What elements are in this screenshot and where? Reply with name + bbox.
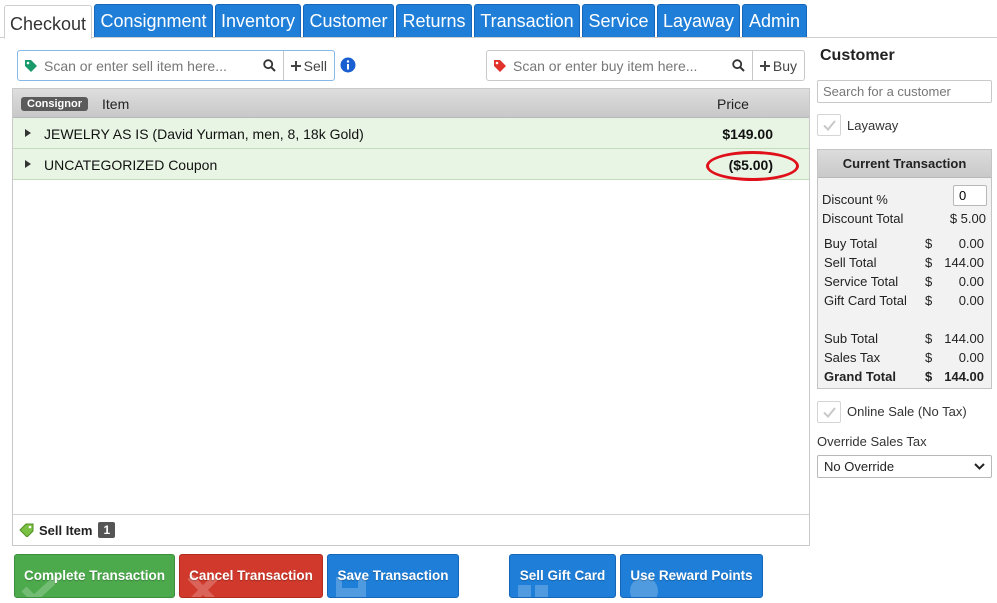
customer-panel-title: Customer xyxy=(820,47,895,64)
sell-button[interactable]: Sell xyxy=(282,51,334,80)
buy-button[interactable]: Buy xyxy=(751,51,804,80)
sell-item-input[interactable] xyxy=(42,51,257,80)
tab-customer[interactable]: Customer xyxy=(303,4,394,37)
chevron-down-icon xyxy=(974,463,985,470)
override-selected-value: No Override xyxy=(824,459,895,474)
column-header-price: Price xyxy=(717,96,749,112)
search-icon[interactable] xyxy=(257,51,283,80)
discount-total-value: $ 5.00 xyxy=(949,211,986,226)
sell-gift-card-button[interactable]: Sell Gift Card xyxy=(509,554,616,598)
tab-checkout[interactable]: Checkout xyxy=(4,5,92,39)
tag-icon xyxy=(19,523,34,537)
plus-icon xyxy=(290,60,301,71)
complete-transaction-button[interactable]: Complete Transaction xyxy=(14,554,175,598)
currency-symbol: $ xyxy=(925,255,933,270)
tag-icon xyxy=(489,59,511,73)
expand-caret-icon[interactable] xyxy=(25,160,31,168)
service-total-label: Service Total xyxy=(824,274,899,289)
layaway-label: Layaway xyxy=(847,118,899,133)
override-sales-tax-select[interactable]: No Override xyxy=(817,455,992,478)
main-tab-bar: Checkout Consignment Inventory Customer … xyxy=(0,0,997,39)
item-price: $149.00 xyxy=(722,126,773,142)
buy-button-label: Buy xyxy=(772,57,797,74)
currency-symbol: $ xyxy=(925,293,933,308)
sub-total-label: Sub Total xyxy=(824,331,878,346)
column-header-item: Item xyxy=(102,96,130,112)
search-icon[interactable] xyxy=(726,51,752,80)
sell-item-count-label: Sell Item xyxy=(39,522,93,538)
buy-total-value: 0.00 xyxy=(958,236,984,251)
discount-total-label: Discount Total xyxy=(822,211,904,226)
cart-footer: Sell Item 1 xyxy=(13,514,809,545)
customer-search-input[interactable] xyxy=(817,80,992,103)
tab-admin[interactable]: Admin xyxy=(742,4,807,37)
consignor-badge[interactable]: Consignor xyxy=(21,97,88,111)
plus-icon xyxy=(759,60,770,71)
info-icon[interactable] xyxy=(340,57,356,78)
gift-card-total-label: Gift Card Total xyxy=(824,293,907,308)
sales-tax-label: Sales Tax xyxy=(824,350,881,365)
table-row[interactable]: UNCATEGORIZED Coupon ($5.00) xyxy=(13,149,809,181)
discount-percent-input[interactable] xyxy=(953,185,987,206)
sell-button-label: Sell xyxy=(303,57,327,74)
tab-layaway[interactable]: Layaway xyxy=(657,4,740,37)
item-name: JEWELRY AS IS (David Yurman, men, 8, 18k… xyxy=(44,126,364,142)
use-reward-points-button[interactable]: Use Reward Points xyxy=(620,554,763,598)
gift-card-total-value: 0.00 xyxy=(958,293,984,308)
tab-consignment[interactable]: Consignment xyxy=(94,4,213,37)
currency-symbol: $ xyxy=(925,331,933,346)
grand-total-value: 144.00 xyxy=(944,369,984,384)
cancel-transaction-button[interactable]: Cancel Transaction xyxy=(179,554,323,598)
currency-symbol: $ xyxy=(925,236,933,251)
save-transaction-button[interactable]: Save Transaction xyxy=(327,554,459,598)
override-sales-tax-label: Override Sales Tax xyxy=(817,434,927,449)
layaway-checkbox[interactable] xyxy=(817,114,841,136)
currency-symbol: $ xyxy=(925,350,933,365)
expand-caret-icon[interactable] xyxy=(25,129,31,137)
table-row[interactable]: JEWELRY AS IS (David Yurman, men, 8, 18k… xyxy=(13,118,809,149)
service-total-value: 0.00 xyxy=(958,274,984,289)
tab-inventory[interactable]: Inventory xyxy=(215,4,301,37)
tab-returns[interactable]: Returns xyxy=(396,4,472,37)
sell-item-count-badge: 1 xyxy=(98,522,116,538)
currency-symbol: $ xyxy=(925,369,933,384)
online-sale-checkbox[interactable] xyxy=(817,401,841,423)
tab-transaction[interactable]: Transaction xyxy=(474,4,580,37)
grand-total-label: Grand Total xyxy=(824,369,896,384)
current-transaction-title: Current Transaction xyxy=(818,150,991,178)
buy-total-label: Buy Total xyxy=(824,236,878,251)
currency-symbol: $ xyxy=(925,274,933,289)
sales-tax-value: 0.00 xyxy=(958,350,984,365)
cart-table: Consignor Item Price JEWELRY AS IS (Davi… xyxy=(12,88,810,546)
check-icon xyxy=(822,406,836,418)
current-transaction-panel: Current Transaction Discount % Discount … xyxy=(817,149,992,389)
tag-icon xyxy=(20,59,42,73)
buy-item-input[interactable] xyxy=(511,51,726,80)
tab-service[interactable]: Service xyxy=(582,4,655,37)
sell-scan-group: Sell xyxy=(17,50,335,81)
sell-total-label: Sell Total xyxy=(824,255,877,270)
cart-header: Consignor Item Price xyxy=(13,89,809,118)
online-sale-label: Online Sale (No Tax) xyxy=(847,404,967,419)
item-name: UNCATEGORIZED Coupon xyxy=(44,157,218,173)
discount-percent-label: Discount % xyxy=(822,192,888,207)
check-icon xyxy=(822,119,836,131)
highlight-circle-annotation xyxy=(706,151,799,181)
sell-total-value: 144.00 xyxy=(944,255,984,270)
buy-scan-group: Buy xyxy=(486,50,805,81)
sub-total-value: 144.00 xyxy=(944,331,984,346)
